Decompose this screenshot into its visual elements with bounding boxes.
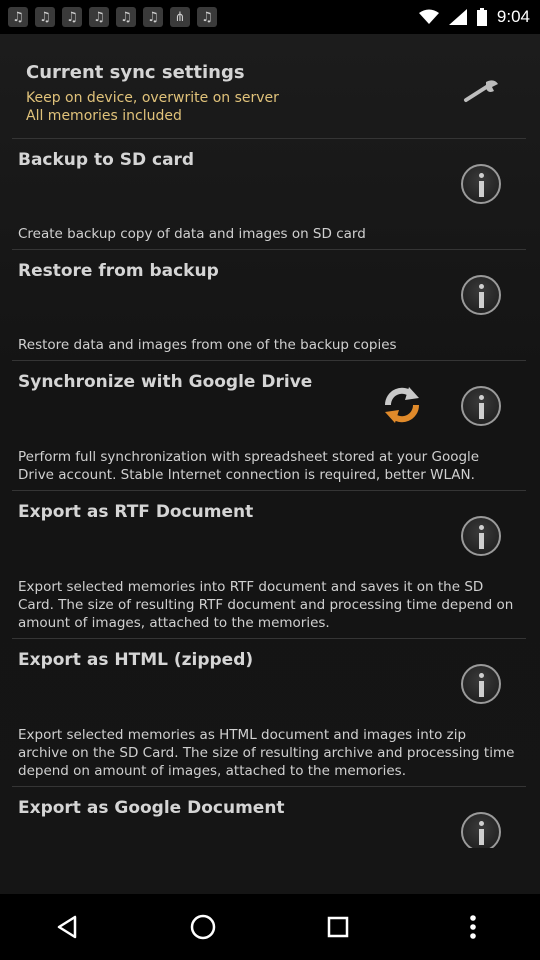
- item-title: Export as RTF Document: [18, 502, 254, 522]
- sync-icon[interactable]: [379, 382, 425, 428]
- restore-from-backup-item[interactable]: Restore from backup Restore data and ima…: [18, 261, 518, 361]
- export-rtf-item[interactable]: Export as RTF Document Export selected m…: [18, 502, 518, 632]
- current-sync-settings[interactable]: Current sync settings Keep on device, ov…: [26, 62, 496, 125]
- info-icon[interactable]: [461, 664, 501, 704]
- music-note-icon: ♫: [116, 7, 136, 27]
- more-vert-icon: [469, 915, 476, 939]
- item-description: Create backup copy of data and images on…: [18, 226, 366, 242]
- recents-button[interactable]: [308, 897, 368, 957]
- synchronize-google-drive-item[interactable]: Synchronize with Google Drive Perform fu…: [18, 372, 518, 492]
- backup-to-sd-card-item[interactable]: Backup to SD card Create backup copy of …: [18, 150, 518, 250]
- signal-icon: [448, 9, 467, 25]
- music-note-icon: ♫: [35, 7, 55, 27]
- sync-settings-title: Current sync settings: [26, 62, 245, 83]
- item-title: Backup to SD card: [18, 150, 195, 170]
- settings-list: Current sync settings Keep on device, ov…: [0, 34, 540, 894]
- info-icon[interactable]: [461, 164, 501, 204]
- item-description: Export selected memories into RTF docume…: [18, 579, 514, 631]
- sync-mode-text: Keep on device, overwrite on server: [26, 90, 279, 106]
- music-note-icon: ♫: [8, 7, 28, 27]
- export-google-doc-item[interactable]: Export as Google Document: [18, 798, 518, 848]
- music-note-icon: ♫: [89, 7, 109, 27]
- info-icon[interactable]: [461, 516, 501, 556]
- sync-settings-summary: Keep on device, overwrite on server All …: [26, 89, 496, 125]
- overflow-menu-button[interactable]: [443, 897, 503, 957]
- music-note-icon: ♫: [143, 7, 163, 27]
- item-description: Restore data and images from one of the …: [18, 337, 397, 353]
- divider: [12, 360, 526, 361]
- divider: [12, 786, 526, 787]
- divider: [12, 638, 526, 639]
- share-icon: ⋔: [170, 7, 190, 27]
- divider: [12, 138, 526, 139]
- notification-icons: ♫ ♫ ♫ ♫ ♫ ♫ ⋔ ♫: [0, 7, 217, 27]
- status-bar: ♫ ♫ ♫ ♫ ♫ ♫ ⋔ ♫ 9:04: [0, 0, 540, 34]
- wrench-icon[interactable]: [462, 78, 502, 104]
- navigation-bar: [0, 894, 540, 960]
- sync-scope-text: All memories included: [26, 108, 182, 124]
- item-description: Perform full synchronization with spread…: [18, 449, 480, 483]
- item-title: Restore from backup: [18, 261, 219, 281]
- back-button[interactable]: [38, 897, 98, 957]
- recents-icon: [327, 916, 348, 938]
- item-title: Synchronize with Google Drive: [18, 372, 313, 392]
- battery-icon: [476, 8, 487, 26]
- info-icon[interactable]: [461, 812, 501, 848]
- music-note-icon: ♫: [197, 7, 217, 27]
- item-title: Export as HTML (zipped): [18, 650, 254, 670]
- info-icon[interactable]: [461, 275, 501, 315]
- export-html-item[interactable]: Export as HTML (zipped) Export selected …: [18, 650, 518, 780]
- back-icon: [57, 915, 76, 939]
- divider: [12, 249, 526, 250]
- divider: [12, 490, 526, 491]
- music-note-icon: ♫: [62, 7, 82, 27]
- wifi-icon: [418, 9, 439, 24]
- clock: 9:04: [496, 7, 530, 26]
- info-icon[interactable]: [461, 386, 501, 426]
- item-title: Export as Google Document: [18, 798, 285, 818]
- home-button[interactable]: [173, 897, 233, 957]
- item-description: Export selected memories as HTML documen…: [18, 727, 515, 779]
- home-icon: [190, 914, 215, 940]
